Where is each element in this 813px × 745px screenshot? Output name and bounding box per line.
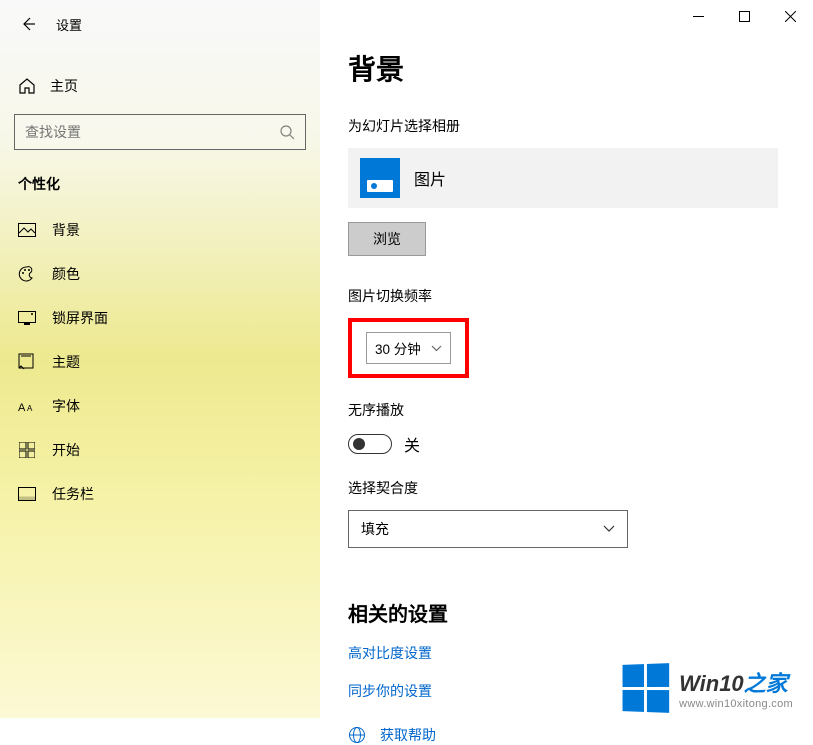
close-button[interactable] (767, 0, 813, 32)
svg-text:A: A (18, 402, 26, 414)
sidebar-item-taskbar[interactable]: 任务栏 (0, 472, 320, 516)
help-icon (348, 726, 366, 744)
album-section-label: 为幻灯片选择相册 (348, 116, 785, 136)
titlebar-left: 设置 (0, 0, 320, 48)
chevron-down-icon (431, 345, 442, 352)
watermark-brand: Win10之家 (679, 666, 793, 698)
frequency-value: 30 分钟 (375, 338, 421, 358)
sidebar-item-themes[interactable]: 主题 (0, 340, 320, 384)
chevron-down-icon (603, 525, 615, 533)
palette-icon (18, 265, 36, 283)
content-pane: 背景 为幻灯片选择相册 图片 浏览 图片切换频率 30 分钟 无序播放 (320, 0, 813, 718)
search-input[interactable] (25, 124, 279, 140)
frequency-highlight-box: 30 分钟 (348, 318, 469, 378)
related-settings-title: 相关的设置 (348, 598, 785, 627)
page-title: 背景 (348, 48, 785, 88)
home-button[interactable]: 主页 (0, 66, 320, 106)
album-name: 图片 (414, 166, 446, 190)
start-icon (18, 441, 36, 459)
back-button[interactable] (18, 14, 38, 34)
minimize-button[interactable] (675, 0, 721, 32)
fit-label: 选择契合度 (348, 478, 785, 498)
font-icon: AA (18, 397, 36, 415)
browse-button[interactable]: 浏览 (348, 222, 426, 256)
search-input-wrap[interactable] (14, 114, 306, 150)
arrow-left-icon (20, 16, 36, 32)
watermark-url: www.win10xitong.com (679, 698, 793, 710)
sidebar-item-start[interactable]: 开始 (0, 428, 320, 472)
sidebar-item-lockscreen[interactable]: 锁屏界面 (0, 296, 320, 340)
sidebar-item-label: 主题 (52, 352, 80, 372)
maximize-button[interactable] (721, 0, 767, 32)
picture-icon (18, 221, 36, 239)
svg-text:A: A (27, 404, 33, 413)
shuffle-label: 无序播放 (348, 400, 785, 420)
shuffle-toggle[interactable] (348, 434, 392, 454)
toggle-knob (353, 438, 365, 450)
theme-icon (18, 353, 36, 371)
fit-dropdown[interactable]: 填充 (348, 510, 628, 548)
sidebar-item-label: 开始 (52, 440, 80, 460)
home-icon (18, 77, 36, 95)
maximize-icon (739, 11, 750, 22)
sidebar-item-fonts[interactable]: AA 字体 (0, 384, 320, 428)
folder-pictures-icon (360, 158, 400, 198)
sidebar-item-label: 背景 (52, 220, 80, 240)
minimize-icon (693, 11, 704, 22)
windows-logo-icon (623, 663, 670, 713)
sidebar-item-label: 字体 (52, 396, 80, 416)
category-header: 个性化 (0, 168, 320, 208)
app-title: 设置 (56, 15, 82, 34)
sidebar-item-label: 颜色 (52, 264, 80, 284)
frequency-label: 图片切换频率 (348, 286, 785, 306)
link-high-contrast[interactable]: 高对比度设置 (348, 643, 785, 663)
sidebar-item-colors[interactable]: 颜色 (0, 252, 320, 296)
get-help-link[interactable]: 获取帮助 (348, 725, 785, 745)
sidebar-item-label: 任务栏 (52, 484, 94, 504)
frequency-dropdown[interactable]: 30 分钟 (366, 332, 451, 364)
taskbar-icon (18, 485, 36, 503)
fit-value: 填充 (361, 519, 389, 539)
sidebar-item-label: 锁屏界面 (52, 308, 108, 328)
window-controls (675, 0, 813, 40)
home-label: 主页 (50, 76, 78, 96)
watermark: Win10之家 www.win10xitong.com (621, 664, 793, 712)
search-icon (279, 124, 295, 140)
lockscreen-icon (18, 309, 36, 327)
sidebar: 设置 主页 个性化 背景 (0, 0, 320, 718)
sidebar-item-background[interactable]: 背景 (0, 208, 320, 252)
album-row[interactable]: 图片 (348, 148, 778, 208)
help-label: 获取帮助 (380, 725, 436, 745)
shuffle-state: 关 (404, 432, 420, 456)
close-icon (785, 11, 796, 22)
